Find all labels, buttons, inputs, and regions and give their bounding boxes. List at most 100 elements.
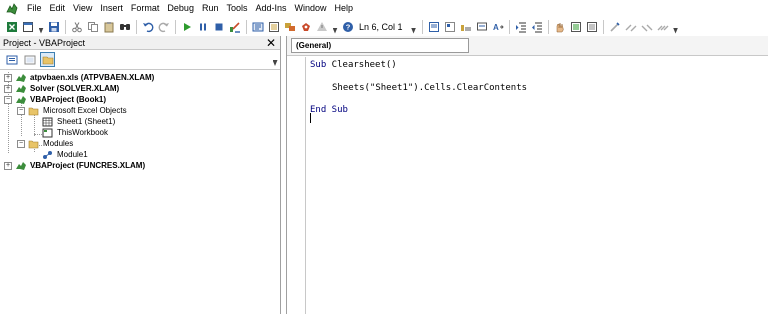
expander-icon[interactable]: + [4,73,12,82]
quick-info-icon[interactable] [459,20,473,34]
vba-project-icon [15,95,27,105]
next-bookmark-icon[interactable] [624,20,638,34]
menu-edit[interactable]: Edit [46,0,70,17]
tree-node-label: Microsoft Excel Objects [43,106,127,115]
tree-node-funcres[interactable]: + VBAProject (FUNCRES.XLAM) [4,160,145,171]
procedure-name: Clearsheet() [326,60,397,70]
code-line-3: Sheets("Sheet1").Cells.ClearContents [332,83,528,93]
tree-node-vbaproject-book1[interactable]: − VBAProject (Book1) [4,94,106,105]
object-dropdown[interactable]: (General) [291,38,469,53]
project-explorer-toolbar [0,50,280,70]
code-editor[interactable]: Sub Clearsheet() Sheets("Sheet1").Cells.… [305,57,768,314]
parameter-info-icon[interactable] [475,20,489,34]
reset-icon[interactable] [212,20,226,34]
menu-view[interactable]: View [69,0,96,17]
project-explorer-titlebar[interactable]: Project - VBAProject ✕ [0,36,280,50]
uncomment-block-icon[interactable] [585,20,599,34]
redo-icon[interactable] [157,20,171,34]
clear-bookmarks-icon[interactable] [656,20,670,34]
insert-module-icon[interactable] [21,20,35,34]
indent-icon[interactable] [514,20,528,34]
tree-node-excel-objects[interactable]: − Microsoft Excel Objects [17,105,127,116]
tree-node-label: Solver (SOLVER.XLAM) [30,84,120,93]
properties-window-icon[interactable] [267,20,281,34]
view-object-icon[interactable] [22,52,37,67]
help-icon[interactable] [315,20,329,34]
dropdown-arrow-icon[interactable] [673,20,679,34]
complete-word-icon[interactable]: A [491,20,505,34]
menu-tools[interactable]: Tools [222,0,251,17]
text-caret [310,113,311,123]
design-mode-icon[interactable] [228,20,242,34]
help-circle-icon[interactable]: ? [341,20,355,34]
toolbox-icon[interactable] [299,20,313,34]
expander-icon[interactable]: + [4,161,12,170]
object-browser-icon[interactable] [283,20,297,34]
menu-file[interactable]: File [23,0,46,17]
toolbar-separator [175,19,176,34]
close-icon[interactable]: ✕ [265,37,277,49]
expander-icon[interactable]: + [4,84,12,93]
save-icon[interactable] [47,20,61,34]
svg-text:A: A [493,23,499,32]
tree-node-sheet1[interactable]: Sheet1 (Sheet1) [42,116,115,127]
folder-open-icon [28,139,40,149]
toolbar-separator [547,19,549,34]
toolbar-separator [602,19,604,34]
expander-icon[interactable]: − [17,139,25,148]
list-properties-icon[interactable] [427,20,441,34]
tree-node-label: ThisWorkbook [57,128,108,137]
menu-help[interactable]: Help [331,0,358,17]
cut-icon[interactable] [70,20,84,34]
undo-icon[interactable] [141,20,155,34]
dropdown-arrow-icon[interactable] [272,54,278,66]
previous-bookmark-icon[interactable] [640,20,654,34]
comment-block-icon[interactable] [569,20,583,34]
tree-node-label: Sheet1 (Sheet1) [57,117,116,126]
list-constants-icon[interactable] [443,20,457,34]
expander-icon[interactable]: − [4,95,12,104]
expander-icon[interactable]: − [17,106,25,115]
tree-node-label: Module1 [57,150,88,159]
tree-node-solver[interactable]: + Solver (SOLVER.XLAM) [4,83,119,94]
tree-connector [34,134,42,135]
menu-window[interactable]: Window [291,0,331,17]
toggle-folders-icon[interactable] [40,52,55,67]
outdent-icon[interactable] [530,20,544,34]
menu-run[interactable]: Run [198,0,223,17]
keyword-end-sub: End Sub [310,105,348,115]
menu-add-ins[interactable]: Add-Ins [251,0,290,17]
dropdown-arrow-icon[interactable] [38,20,44,34]
tree-node-module1[interactable]: Module1 [42,149,88,160]
toggle-breakpoint-icon[interactable] [553,20,567,34]
svg-text:?: ? [346,22,351,31]
project-explorer-title: Project - VBAProject [3,37,86,48]
dropdown-arrow-icon[interactable] [332,20,338,34]
standard-toolbar: ? Ln 6, Col 1 A [0,17,768,36]
toolbar-separator [65,19,66,34]
menu-debug[interactable]: Debug [163,0,198,17]
project-explorer-icon[interactable] [251,20,265,34]
tree-node-label: VBAProject (Book1) [30,95,107,104]
run-icon[interactable] [180,20,194,34]
tree-node-thisworkbook[interactable]: ThisWorkbook [42,127,108,138]
toolbar-separator [421,19,423,34]
vba-project-icon [15,73,27,83]
menu-insert[interactable]: Insert [96,0,127,17]
tree-node-atpvbaen[interactable]: + atpvbaen.xls (ATPVBAEN.XLAM) [4,72,154,83]
vba-project-icon [15,161,27,171]
vba-app-icon[interactable] [3,0,21,17]
view-excel-icon[interactable] [5,20,19,34]
toolbar-separator [246,19,247,34]
break-icon[interactable] [196,20,210,34]
worksheet-icon [42,117,54,127]
copy-icon[interactable] [86,20,100,34]
paste-icon[interactable] [102,20,116,34]
menu-format[interactable]: Format [127,0,164,17]
tree-node-label: Modules [43,139,74,148]
dropdown-arrow-icon[interactable] [411,20,417,34]
view-code-icon[interactable] [4,52,19,67]
toggle-bookmark-icon[interactable] [608,20,622,34]
find-icon[interactable] [118,20,132,34]
tree-node-modules[interactable]: − Modules [17,138,73,149]
